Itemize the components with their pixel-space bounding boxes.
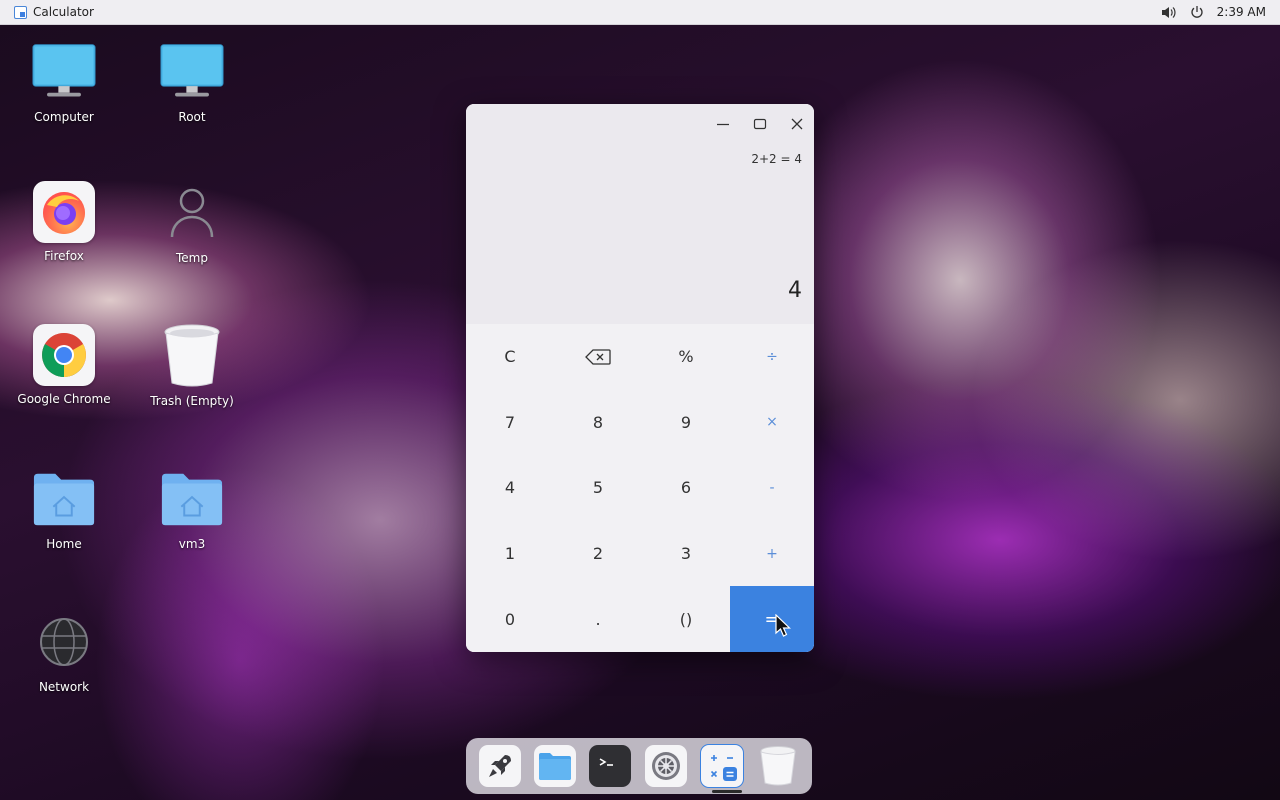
dock-active-indicator bbox=[712, 790, 742, 793]
mouse-cursor-icon bbox=[775, 614, 791, 637]
digit-4-button[interactable]: 4 bbox=[466, 455, 554, 521]
backspace-icon bbox=[585, 349, 611, 365]
power-icon[interactable] bbox=[1189, 4, 1205, 20]
backspace-button[interactable] bbox=[554, 324, 642, 390]
trash-icon bbox=[760, 746, 796, 786]
folder-icon bbox=[538, 753, 571, 780]
result-display: 4 bbox=[788, 278, 802, 303]
digit-5-button[interactable]: 5 bbox=[554, 455, 642, 521]
desktop-icon-vm3[interactable]: vm3 bbox=[137, 467, 247, 551]
digit-9-button[interactable]: 9 bbox=[642, 390, 730, 456]
digit-1-button[interactable]: 1 bbox=[466, 521, 554, 587]
monitor-icon bbox=[32, 40, 96, 104]
dock-item-terminal[interactable] bbox=[589, 745, 632, 787]
dock bbox=[466, 738, 812, 794]
desktop-icon-label: vm3 bbox=[178, 537, 206, 551]
percent-button[interactable]: % bbox=[642, 324, 730, 390]
desktop-icon-temp[interactable]: Temp bbox=[137, 181, 247, 265]
desktop-icon-home[interactable]: Home bbox=[9, 467, 119, 551]
dock-item-calculator[interactable] bbox=[699, 744, 744, 788]
calculator-icon bbox=[710, 755, 737, 781]
desktop-icon-label: Trash (Empty) bbox=[150, 394, 234, 408]
desktop-icon-google-chrome[interactable]: Google Chrome bbox=[9, 324, 119, 406]
close-icon[interactable] bbox=[783, 110, 811, 138]
desktop-icon-trash[interactable]: Trash (Empty) bbox=[137, 324, 247, 408]
minimize-icon[interactable] bbox=[709, 110, 737, 138]
volume-icon[interactable] bbox=[1161, 4, 1177, 20]
calculator-display: 2+2 = 4 4 bbox=[466, 104, 814, 324]
desktop-icon-network[interactable]: Network bbox=[9, 610, 119, 694]
digit-2-button[interactable]: 2 bbox=[554, 521, 642, 587]
decimal-button[interactable]: . bbox=[554, 586, 642, 652]
digit-3-button[interactable]: 3 bbox=[642, 521, 730, 587]
desktop-icon-label: Root bbox=[178, 110, 206, 124]
divide-button[interactable]: ÷ bbox=[730, 324, 814, 390]
clock[interactable]: 2:39 AM bbox=[1217, 5, 1266, 19]
digit-7-button[interactable]: 7 bbox=[466, 390, 554, 456]
desktop-icon-computer[interactable]: Computer bbox=[9, 40, 119, 124]
desktop-icon-label: Home bbox=[46, 537, 82, 551]
dock-item-files[interactable] bbox=[533, 745, 576, 787]
calculator-app-icon bbox=[14, 5, 27, 19]
desktop-icon-label: Firefox bbox=[44, 249, 84, 263]
firefox-icon bbox=[33, 181, 95, 243]
home-folder-icon bbox=[160, 467, 224, 531]
dock-item-trash[interactable] bbox=[757, 745, 799, 787]
active-window-title: Calculator bbox=[33, 5, 94, 19]
digit-8-button[interactable]: 8 bbox=[554, 390, 642, 456]
digit-6-button[interactable]: 6 bbox=[642, 455, 730, 521]
desktop-icon-label: Temp bbox=[176, 251, 208, 265]
desktop-icon-label: Computer bbox=[34, 110, 94, 124]
system-tray: 2:39 AM bbox=[1161, 4, 1266, 20]
dock-item-launcher[interactable] bbox=[478, 745, 521, 787]
digit-0-button[interactable]: 0 bbox=[466, 586, 554, 652]
subtract-button[interactable]: - bbox=[730, 455, 814, 521]
equals-button[interactable]: = bbox=[730, 586, 814, 652]
add-button[interactable]: + bbox=[730, 521, 814, 587]
desktop-icon-root[interactable]: Root bbox=[137, 40, 247, 124]
calculator-window[interactable]: 2+2 = 4 4 C % ÷ 7 8 9 × 4 5 6 - 1 2 3 + … bbox=[466, 104, 814, 652]
network-globe-icon bbox=[32, 610, 96, 674]
home-folder-icon bbox=[32, 467, 96, 531]
desktop-icon-label: Google Chrome bbox=[17, 392, 111, 406]
rocket-icon bbox=[488, 755, 511, 777]
clear-button[interactable]: C bbox=[466, 324, 554, 390]
expression-history: 2+2 = 4 bbox=[751, 152, 802, 166]
maximize-icon[interactable] bbox=[746, 110, 774, 138]
chrome-icon bbox=[33, 324, 95, 386]
keypad: C % ÷ 7 8 9 × 4 5 6 - 1 2 3 + 0 . () = bbox=[466, 324, 814, 652]
dock-item-settings[interactable] bbox=[644, 745, 687, 787]
top-panel: Calculator 2:39 AM bbox=[0, 0, 1280, 25]
user-icon bbox=[160, 181, 224, 245]
gear-icon bbox=[651, 752, 680, 780]
terminal-icon bbox=[599, 758, 614, 766]
trash-icon bbox=[160, 324, 224, 388]
multiply-button[interactable]: × bbox=[730, 390, 814, 456]
monitor-icon bbox=[160, 40, 224, 104]
parentheses-button[interactable]: () bbox=[642, 586, 730, 652]
desktop-icon-firefox[interactable]: Firefox bbox=[9, 181, 119, 263]
desktop-icon-label: Network bbox=[38, 680, 90, 694]
